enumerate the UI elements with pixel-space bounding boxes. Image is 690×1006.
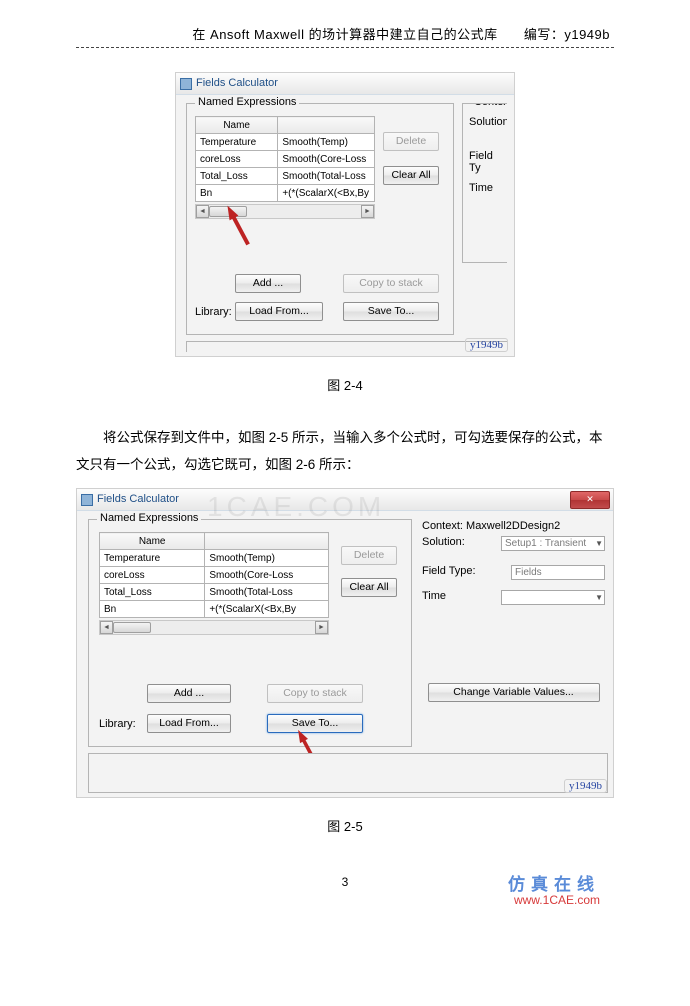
table-row[interactable]: Total_LossSmooth(Total-Loss bbox=[196, 168, 375, 185]
time-label: Time bbox=[469, 182, 493, 194]
window-titlebar[interactable]: Fields Calculator bbox=[77, 489, 613, 511]
clear-all-button[interactable]: Clear All bbox=[383, 166, 439, 185]
load-from-button[interactable]: Load From... bbox=[235, 302, 323, 321]
context-panel: Context: Maxwell2DDesign2 Solution: Setu… bbox=[422, 519, 605, 717]
expressions-table-wrap: Name TemperatureSmooth(Temp) coreLossSmo… bbox=[99, 532, 329, 635]
solution-label: Solution: bbox=[469, 116, 507, 128]
col-name[interactable]: Name bbox=[196, 117, 278, 134]
doc-title: 在 Ansoft Maxwell 的场计算器中建立自己的公式库 bbox=[192, 27, 497, 42]
expressions-table[interactable]: Name TemperatureSmooth(Temp) coreLossSmo… bbox=[99, 532, 329, 618]
col-expr[interactable] bbox=[205, 533, 329, 550]
table-row[interactable]: coreLossSmooth(Core-Loss bbox=[196, 151, 375, 168]
body-paragraph: 将公式保存到文件中，如图 2-5 所示，当输入多个公式时，可勾选要保存的公式，本… bbox=[76, 424, 614, 478]
library-label: Library: bbox=[195, 306, 232, 318]
table-header: Name bbox=[100, 533, 329, 550]
site-watermark-zh: 仿真在线 bbox=[508, 875, 600, 894]
watermark-tag: y1949b bbox=[465, 338, 508, 352]
window-icon bbox=[180, 78, 192, 90]
copy-to-stack-button[interactable]: Copy to stack bbox=[267, 684, 363, 703]
window-icon bbox=[81, 494, 93, 506]
delete-button[interactable]: Delete bbox=[341, 546, 397, 565]
named-expressions-group: Named Expressions Name TemperatureSmooth… bbox=[88, 519, 412, 747]
h-scrollbar[interactable]: ◄ ► bbox=[99, 620, 329, 635]
copy-to-stack-button[interactable]: Copy to stack bbox=[343, 274, 439, 293]
clear-all-button[interactable]: Clear All bbox=[341, 578, 397, 597]
table-row[interactable]: Total_LossSmooth(Total-Loss bbox=[100, 584, 329, 601]
field-type-label: Field Ty bbox=[469, 150, 507, 174]
time-label: Time bbox=[422, 590, 446, 605]
table-row[interactable]: TemperatureSmooth(Temp) bbox=[196, 134, 375, 151]
table-row[interactable]: Bn+(*(ScalarX(<Bx,By bbox=[196, 185, 375, 202]
site-watermark: 仿真在线 www.1CAE.com bbox=[508, 870, 600, 907]
load-from-button[interactable]: Load From... bbox=[147, 714, 231, 733]
table-header: Name bbox=[196, 117, 375, 134]
figure-caption: 图 2-4 bbox=[76, 375, 614, 394]
watermark-tag: y1949b bbox=[564, 779, 607, 793]
expressions-table-wrap: Name TemperatureSmooth(Temp) coreLossSmo… bbox=[195, 116, 375, 219]
scroll-left-icon[interactable]: ◄ bbox=[100, 621, 113, 634]
scroll-right-icon[interactable]: ► bbox=[361, 205, 374, 218]
window-titlebar[interactable]: Fields Calculator bbox=[176, 73, 514, 95]
header-divider bbox=[76, 47, 614, 48]
close-button[interactable]: ✕ bbox=[570, 491, 610, 509]
scroll-left-icon[interactable]: ◄ bbox=[196, 205, 209, 218]
save-to-button[interactable]: Save To... bbox=[343, 302, 439, 321]
doc-author: 编写：y1949b bbox=[524, 24, 610, 43]
time-dropdown[interactable] bbox=[501, 590, 605, 605]
scroll-thumb[interactable] bbox=[113, 622, 151, 633]
field-type-field[interactable]: Fields bbox=[511, 565, 605, 580]
screenshot-fig-2-4: Fields Calculator Named Expressions Name… bbox=[175, 72, 515, 357]
context-group: Context Solution: Field Ty Time bbox=[462, 103, 507, 263]
table-row[interactable]: TemperatureSmooth(Temp) bbox=[100, 550, 329, 567]
window-title: Fields Calculator bbox=[97, 489, 179, 510]
col-expr[interactable] bbox=[278, 117, 375, 134]
screenshot-fig-2-5: Fields Calculator ✕ 1CAE.COM 1CAE.COM Na… bbox=[76, 488, 614, 798]
context-label: Context: Maxwell2DDesign2 bbox=[422, 520, 560, 532]
named-expressions-group: Named Expressions Name TemperatureSmooth… bbox=[186, 103, 454, 335]
solution-label: Solution: bbox=[422, 536, 465, 551]
save-to-button[interactable]: Save To... bbox=[267, 714, 363, 733]
add-button[interactable]: Add ... bbox=[147, 684, 231, 703]
doc-header: 在 Ansoft Maxwell 的场计算器中建立自己的公式库 编写：y1949… bbox=[76, 24, 614, 43]
add-button[interactable]: Add ... bbox=[235, 274, 301, 293]
delete-button[interactable]: Delete bbox=[383, 132, 439, 151]
stack-group bbox=[186, 341, 507, 352]
library-label: Library: bbox=[99, 718, 136, 730]
group-label: Named Expressions bbox=[97, 512, 201, 524]
field-type-label: Field Type: bbox=[422, 565, 476, 580]
context-label: Context bbox=[471, 103, 507, 108]
stack-group bbox=[88, 753, 608, 793]
change-variables-button[interactable]: Change Variable Values... bbox=[428, 683, 600, 702]
expressions-table[interactable]: Name TemperatureSmooth(Temp) coreLossSmo… bbox=[195, 116, 375, 202]
group-label: Named Expressions bbox=[195, 96, 299, 108]
solution-dropdown[interactable]: Setup1 : Transient bbox=[501, 536, 605, 551]
h-scrollbar[interactable]: ◄ ► bbox=[195, 204, 375, 219]
page: 在 Ansoft Maxwell 的场计算器中建立自己的公式库 编写：y1949… bbox=[0, 0, 690, 919]
scroll-right-icon[interactable]: ► bbox=[315, 621, 328, 634]
col-name[interactable]: Name bbox=[100, 533, 205, 550]
table-row[interactable]: coreLossSmooth(Core-Loss bbox=[100, 567, 329, 584]
table-row[interactable]: Bn+(*(ScalarX(<Bx,By bbox=[100, 601, 329, 618]
figure-caption: 图 2-5 bbox=[76, 816, 614, 835]
window-title: Fields Calculator bbox=[196, 73, 278, 94]
site-watermark-en: www.1CAE.com bbox=[508, 893, 600, 907]
